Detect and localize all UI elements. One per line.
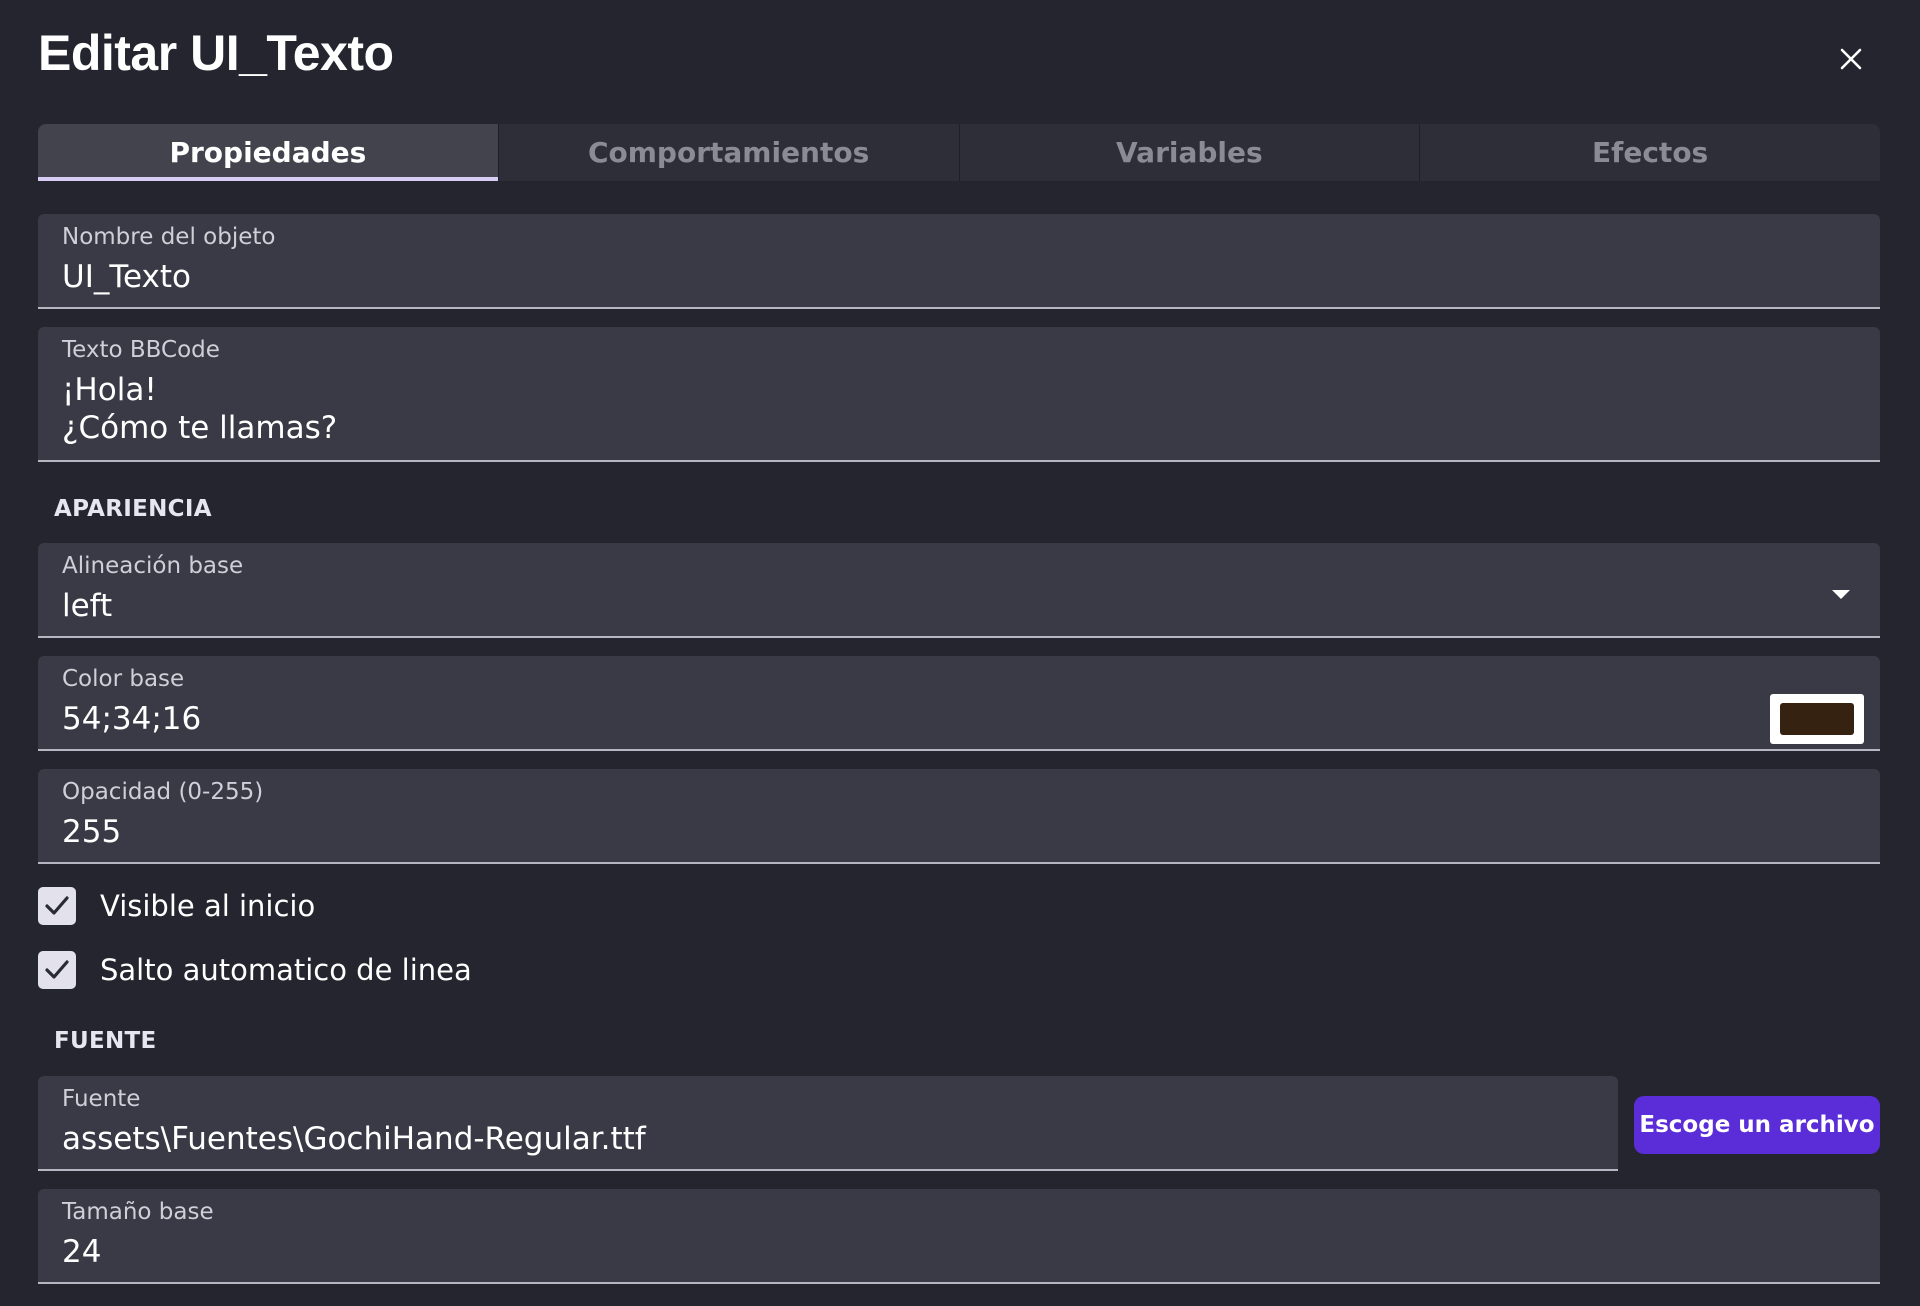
base-size-value[interactable]: 24 — [62, 1233, 101, 1271]
dialog-title: Editar UI_Texto — [38, 25, 394, 81]
object-name-field[interactable]: Nombre del objeto UI_Texto — [38, 214, 1880, 309]
opacity-label: Opacidad (0-255) — [62, 779, 264, 805]
base-size-label: Tamaño base — [62, 1199, 214, 1225]
close-icon — [1840, 48, 1862, 70]
tab-propiedades[interactable]: Propiedades — [38, 124, 498, 181]
visible-at-start-checkbox[interactable] — [38, 887, 76, 925]
color-swatch-fill — [1780, 703, 1854, 735]
visible-at-start-label: Visible al inicio — [100, 889, 316, 923]
section-appearance: APARIENCIA — [54, 496, 212, 522]
edit-object-dialog: Editar UI_Texto Propiedades Comportamien… — [0, 0, 1920, 1306]
color-swatch[interactable] — [1770, 694, 1864, 744]
check-icon — [45, 896, 69, 915]
base-color-label: Color base — [62, 666, 185, 692]
tab-bar: Propiedades Comportamientos Variables Ef… — [38, 124, 1880, 181]
base-color-field[interactable]: Color base 54;34;16 — [38, 656, 1880, 751]
object-name-label: Nombre del objeto — [62, 224, 276, 250]
font-file-field[interactable]: Fuente assets\Fuentes\GochiHand-Regular.… — [38, 1076, 1618, 1171]
word-wrap-label: Salto automatico de linea — [100, 953, 472, 987]
tab-variables[interactable]: Variables — [958, 124, 1420, 181]
check-icon — [45, 960, 69, 979]
object-name-value[interactable]: UI_Texto — [62, 258, 191, 296]
tab-efectos[interactable]: Efectos — [1419, 124, 1880, 181]
bbcode-text-value[interactable]: ¡Hola! ¿Cómo te llamas? — [62, 371, 337, 447]
bbcode-text-field[interactable]: Texto BBCode ¡Hola! ¿Cómo te llamas? — [38, 327, 1880, 462]
base-alignment-select[interactable]: Alineación base left — [38, 543, 1880, 638]
opacity-value[interactable]: 255 — [62, 813, 121, 851]
base-alignment-value: left — [62, 588, 113, 624]
word-wrap-row[interactable]: Salto automatico de linea — [38, 950, 472, 990]
choose-file-button[interactable]: Escoge un archivo — [1634, 1096, 1880, 1154]
tab-comportamientos[interactable]: Comportamientos — [497, 124, 959, 181]
base-size-field[interactable]: Tamaño base 24 — [38, 1189, 1880, 1284]
base-alignment-label: Alineación base — [62, 553, 244, 579]
word-wrap-checkbox[interactable] — [38, 951, 76, 989]
font-file-value[interactable]: assets\Fuentes\GochiHand-Regular.ttf — [62, 1120, 646, 1158]
section-font: FUENTE — [54, 1028, 157, 1054]
bbcode-text-label: Texto BBCode — [62, 337, 220, 363]
font-file-label: Fuente — [62, 1086, 141, 1112]
visible-at-start-row[interactable]: Visible al inicio — [38, 886, 315, 926]
close-button[interactable] — [1832, 40, 1870, 78]
chevron-down-icon[interactable] — [1830, 587, 1852, 601]
opacity-field[interactable]: Opacidad (0-255) 255 — [38, 769, 1880, 864]
base-color-value[interactable]: 54;34;16 — [62, 700, 201, 738]
